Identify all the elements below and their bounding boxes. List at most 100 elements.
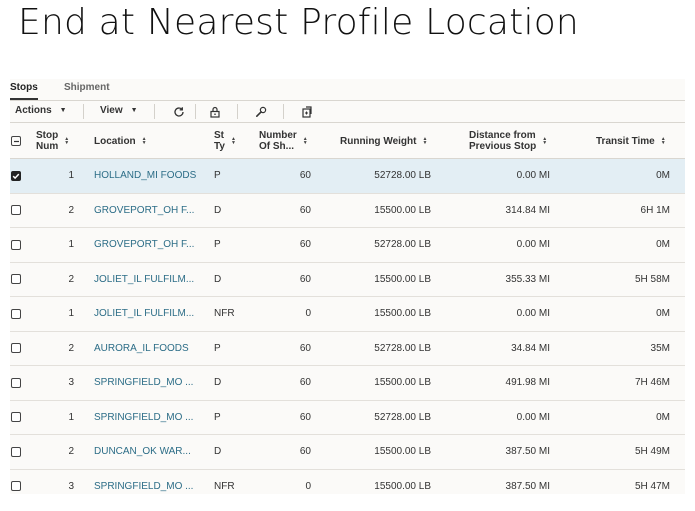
row-checkbox[interactable] bbox=[11, 481, 21, 492]
stop-type-cell: P bbox=[214, 239, 221, 251]
row-checkbox[interactable] bbox=[11, 377, 21, 388]
table-row[interactable]: 2 AURORA_IL FOODS P 60 52728.00 LB 34.84 MI 35… bbox=[10, 331, 685, 366]
tab-shipment[interactable]: Shipment bbox=[64, 82, 110, 93]
header-running-weight[interactable]: Running Weight ▲ ▼ bbox=[340, 123, 427, 159]
distance-cell: 34.84 MI bbox=[511, 342, 550, 354]
actions-label: Actions bbox=[15, 105, 52, 116]
table-row[interactable]: 3 SPRINGFIELD_MO ... NFR 0 15500.00 LB 387.50… bbox=[10, 469, 685, 495]
running-weight-cell: 15500.00 LB bbox=[374, 377, 431, 389]
num-shipments-cell: 0 bbox=[305, 308, 311, 320]
running-weight-cell: 15500.00 LB bbox=[374, 308, 431, 320]
location-link[interactable]: DUNCAN_OK WAR... bbox=[94, 435, 206, 469]
row-checkbox[interactable] bbox=[11, 274, 21, 285]
num-shipments-cell: 60 bbox=[299, 170, 311, 182]
row-checkbox[interactable] bbox=[11, 205, 21, 216]
toolbar: Actions ▼ View ▼ bbox=[10, 101, 685, 123]
num-shipments-cell: 60 bbox=[299, 411, 311, 423]
location-link[interactable]: SPRINGFIELD_MO ... bbox=[94, 401, 206, 435]
export-icon[interactable] bbox=[300, 105, 314, 119]
header-distance[interactable]: Distance from Previous Stop ▲ ▼ bbox=[469, 123, 547, 159]
toolbar-divider bbox=[237, 104, 238, 119]
distance-cell: 0.00 MI bbox=[516, 308, 550, 320]
row-checkbox[interactable] bbox=[11, 308, 21, 319]
toolbar-divider bbox=[195, 104, 196, 119]
stop-type-cell: D bbox=[214, 204, 222, 216]
num-shipments-cell: 60 bbox=[299, 377, 311, 389]
transit-time-cell: 5H 58M bbox=[634, 273, 670, 285]
row-checkbox[interactable] bbox=[11, 343, 21, 354]
transit-time-cell: 5H 49M bbox=[634, 446, 670, 458]
sort-icon[interactable]: ▲ ▼ bbox=[542, 137, 547, 146]
running-weight-cell: 52728.00 LB bbox=[374, 342, 431, 354]
table-row[interactable]: 2 JOLIET_IL FULFILM... D 60 15500.00 LB 355.3… bbox=[10, 262, 685, 297]
location-link[interactable]: GROVEPORT_OH F... bbox=[94, 194, 206, 228]
row-checkbox[interactable] bbox=[11, 239, 21, 250]
stop-num-cell: 2 bbox=[68, 446, 74, 458]
table-row[interactable]: 1 JOLIET_IL FULFILM... NFR 0 15500.00 LB 0.00… bbox=[10, 297, 685, 332]
tab-stops[interactable]: Stops bbox=[10, 82, 38, 100]
stop-num-cell: 3 bbox=[68, 480, 74, 492]
stops-panel: Stops Shipment Actions ▼ View ▼ Stop Num… bbox=[10, 79, 685, 494]
header-select[interactable] bbox=[10, 123, 30, 159]
distance-cell: 0.00 MI bbox=[516, 239, 550, 251]
wrench-icon[interactable] bbox=[254, 105, 268, 119]
table-header: Stop Num ▲ ▼ Location ▲ ▼ St Ty ▲ ▼ Number … bbox=[10, 123, 685, 159]
table-row[interactable]: 1 SPRINGFIELD_MO ... P 60 52728.00 LB 0.00 MI… bbox=[10, 400, 685, 435]
location-link[interactable]: GROVEPORT_OH F... bbox=[94, 228, 206, 262]
row-checkbox[interactable] bbox=[11, 446, 21, 457]
sort-icon[interactable]: ▲ ▼ bbox=[661, 137, 666, 146]
header-transit-time[interactable]: Transit Time ▲ ▼ bbox=[596, 123, 666, 159]
location-link[interactable]: HOLLAND_MI FOODS bbox=[94, 159, 206, 193]
transit-time-cell: 5H 47M bbox=[634, 480, 670, 492]
sort-icon[interactable]: ▲ ▼ bbox=[64, 137, 69, 146]
sort-icon[interactable]: ▲ ▼ bbox=[422, 137, 427, 146]
location-link[interactable]: AURORA_IL FOODS bbox=[94, 332, 206, 366]
stop-num-cell: 1 bbox=[68, 308, 74, 320]
slide-title: End at Nearest Profile Location bbox=[18, 2, 579, 43]
row-checkbox[interactable] bbox=[11, 170, 21, 181]
lock-icon[interactable] bbox=[208, 105, 222, 119]
table-row[interactable]: 2 DUNCAN_OK WAR... D 60 15500.00 LB 387.50 MI… bbox=[10, 435, 685, 470]
sort-icon[interactable]: ▲ ▼ bbox=[142, 137, 147, 146]
transit-time-cell: 0M bbox=[656, 411, 670, 423]
stop-type-cell: D bbox=[214, 446, 222, 458]
select-all-checkbox[interactable] bbox=[11, 136, 21, 146]
running-weight-cell: 15500.00 LB bbox=[374, 446, 431, 458]
transit-time-cell: 7H 46M bbox=[634, 377, 670, 389]
caret-down-icon: ▼ bbox=[59, 107, 67, 114]
actions-menu-button[interactable]: Actions ▼ bbox=[15, 105, 67, 116]
location-link[interactable]: JOLIET_IL FULFILM... bbox=[94, 297, 206, 331]
distance-cell: 387.50 MI bbox=[505, 446, 550, 458]
distance-cell: 0.00 MI bbox=[516, 170, 550, 182]
tab-bar: Stops Shipment bbox=[10, 79, 685, 101]
table-body: 1 HOLLAND_MI FOODS P 60 52728.00 LB 0.00 MI 0M… bbox=[10, 159, 685, 494]
table-row[interactable]: 3 SPRINGFIELD_MO ... D 60 15500.00 LB 491.98 … bbox=[10, 366, 685, 401]
stop-type-cell: P bbox=[214, 411, 221, 423]
table-row[interactable]: 1 GROVEPORT_OH F... P 60 52728.00 LB 0.00 MI 0… bbox=[10, 228, 685, 263]
stop-type-cell: NFR bbox=[214, 308, 235, 320]
num-shipments-cell: 60 bbox=[299, 446, 311, 458]
stop-type-cell: NFR bbox=[214, 480, 235, 492]
view-menu-button[interactable]: View ▼ bbox=[100, 105, 138, 116]
location-link[interactable]: SPRINGFIELD_MO ... bbox=[94, 366, 206, 400]
sort-icon[interactable]: ▲ ▼ bbox=[303, 137, 308, 146]
row-checkbox[interactable] bbox=[11, 412, 21, 423]
header-num-shipments[interactable]: Number Of Sh... ▲ ▼ bbox=[259, 123, 308, 159]
distance-cell: 491.98 MI bbox=[505, 377, 550, 389]
location-link[interactable]: JOLIET_IL FULFILM... bbox=[94, 263, 206, 297]
header-stop-num[interactable]: Stop Num ▲ ▼ bbox=[36, 123, 69, 159]
stop-type-cell: P bbox=[214, 342, 221, 354]
refresh-icon[interactable] bbox=[172, 105, 186, 119]
num-shipments-cell: 60 bbox=[299, 239, 311, 251]
stop-num-cell: 2 bbox=[68, 342, 74, 354]
running-weight-cell: 15500.00 LB bbox=[374, 480, 431, 492]
table-row[interactable]: 2 GROVEPORT_OH F... D 60 15500.00 LB 314.84 M… bbox=[10, 193, 685, 228]
table-row[interactable]: 1 HOLLAND_MI FOODS P 60 52728.00 LB 0.00 MI 0M bbox=[10, 159, 685, 194]
header-location[interactable]: Location ▲ ▼ bbox=[94, 123, 147, 159]
location-link[interactable]: SPRINGFIELD_MO ... bbox=[94, 470, 206, 495]
sort-icon[interactable]: ▲ ▼ bbox=[231, 137, 236, 146]
stop-num-cell: 1 bbox=[68, 239, 74, 251]
header-stop-type[interactable]: St Ty ▲ ▼ bbox=[214, 123, 236, 159]
running-weight-cell: 15500.00 LB bbox=[374, 273, 431, 285]
distance-cell: 0.00 MI bbox=[516, 411, 550, 423]
